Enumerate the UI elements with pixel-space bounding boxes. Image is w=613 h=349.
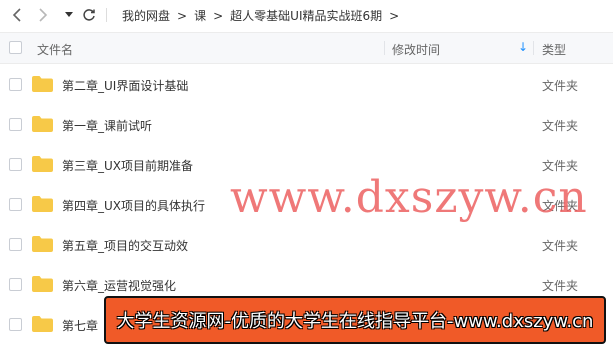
- row-checkbox[interactable]: [9, 278, 22, 291]
- refresh-icon[interactable]: [80, 6, 98, 24]
- toolbar: 我的网盘 > 课 > 超人零基础UI精品实战班6期 >: [0, 0, 613, 30]
- breadcrumb-item-root[interactable]: 我的网盘: [122, 7, 170, 24]
- breadcrumb-item-course[interactable]: 课: [194, 7, 206, 24]
- toolbar-divider: [106, 8, 107, 22]
- row-checkbox[interactable]: [9, 78, 22, 91]
- file-type: 文件夹: [542, 119, 579, 133]
- folder-icon: [32, 116, 53, 132]
- file-name[interactable]: 第六章_运营视觉强化: [62, 277, 176, 294]
- promo-banner: 大学生资源网-优质的大学生在线指导平台-www.dxszyw.cn: [104, 296, 606, 344]
- file-name[interactable]: 第四章_UX项目的具体执行: [62, 197, 205, 214]
- watermark-text: www.dxszyw.cn: [230, 172, 588, 223]
- folder-icon: [32, 276, 53, 292]
- column-header-type[interactable]: 类型: [542, 41, 566, 58]
- back-icon[interactable]: [8, 6, 26, 24]
- row-checkbox[interactable]: [9, 158, 22, 171]
- file-type: 文件夹: [542, 79, 579, 93]
- file-name[interactable]: 第二章_UI界面设计基础: [62, 77, 188, 94]
- promo-banner-text: 大学生资源网-优质的大学生在线指导平台-www.dxszyw.cn: [116, 311, 594, 332]
- file-type: 文件夹: [542, 279, 579, 293]
- sort-desc-icon[interactable]: ↓: [518, 40, 528, 54]
- row-checkbox[interactable]: [9, 198, 22, 211]
- folder-icon: [32, 316, 53, 332]
- folder-icon: [32, 156, 53, 172]
- folder-icon: [32, 236, 53, 252]
- folder-icon: [32, 76, 53, 92]
- column-divider: [384, 41, 385, 55]
- forward-icon[interactable]: [34, 6, 52, 24]
- row-checkbox[interactable]: [9, 318, 22, 331]
- file-type: 文件夹: [542, 239, 579, 253]
- file-name[interactable]: 第三章_UX项目前期准备: [62, 157, 193, 174]
- list-item[interactable]: 第五章_项目的交互动效 文件夹: [0, 224, 613, 264]
- folder-icon: [32, 196, 53, 212]
- column-header-name[interactable]: 文件名: [37, 41, 73, 58]
- select-all-checkbox[interactable]: [9, 41, 22, 54]
- column-header-modified[interactable]: 修改时间: [392, 41, 440, 58]
- list-item[interactable]: 第一章_课前试听 文件夹: [0, 104, 613, 144]
- file-list-header: 文件名 修改时间 ↓ 类型: [0, 32, 613, 64]
- column-divider: [533, 41, 534, 55]
- row-checkbox[interactable]: [9, 118, 22, 131]
- list-item[interactable]: 第二章_UI界面设计基础 文件夹: [0, 64, 613, 104]
- breadcrumb-separator: >: [213, 8, 224, 23]
- breadcrumb: 我的网盘 > 课 > 超人零基础UI精品实战班6期 >: [122, 7, 406, 24]
- breadcrumb-separator: >: [177, 8, 188, 23]
- file-name[interactable]: 第一章_课前试听: [62, 117, 152, 134]
- file-name[interactable]: 第五章_项目的交互动效: [62, 237, 188, 254]
- breadcrumb-separator: >: [389, 8, 400, 23]
- breadcrumb-item-current[interactable]: 超人零基础UI精品实战班6期: [230, 7, 382, 24]
- row-checkbox[interactable]: [9, 238, 22, 251]
- file-name[interactable]: 第七章: [62, 317, 98, 334]
- history-dropdown-icon[interactable]: [60, 6, 78, 24]
